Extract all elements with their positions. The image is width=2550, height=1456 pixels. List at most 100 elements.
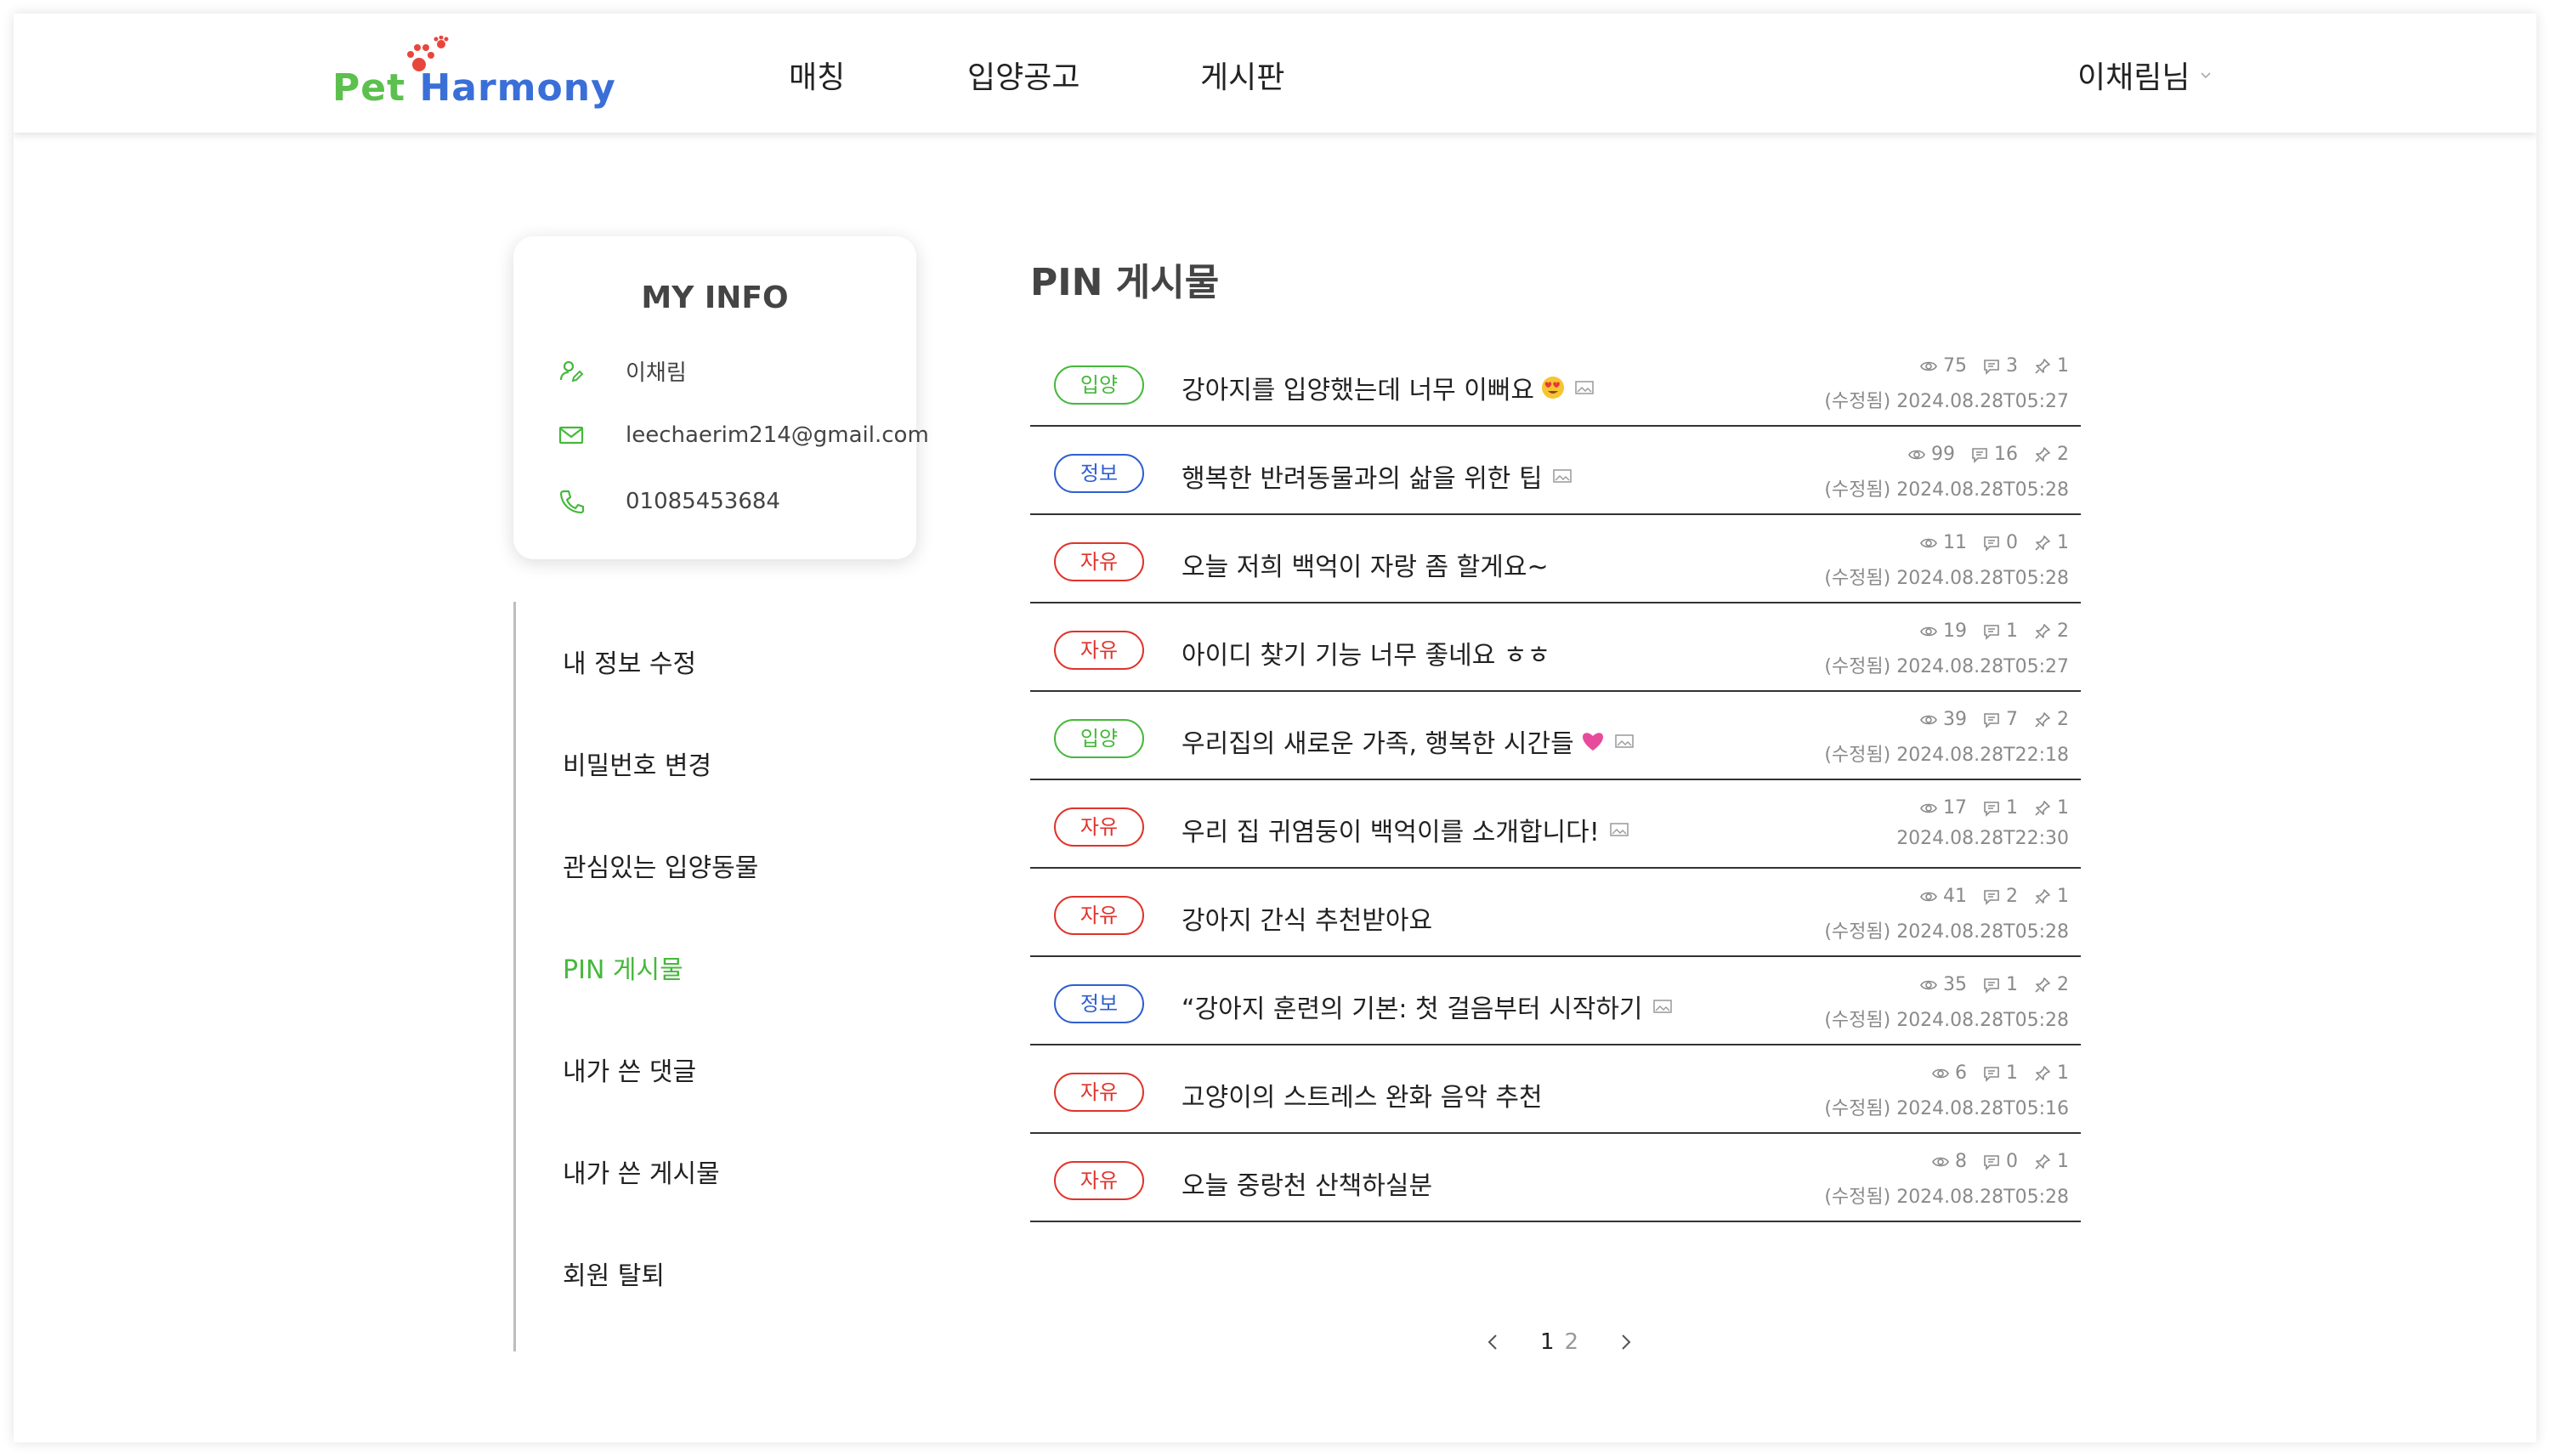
post-row[interactable]: 자유 오늘 중랑천 산책하실분 8 0 1 (수정됨) 2024.08.28T05:28 [1030,1134,2081,1222]
post-date: (수정됨) 2024.08.28T05:28 [1824,921,2069,943]
category-badge: 자유 [1054,807,1144,847]
page-1[interactable]: 1 [1540,1329,1555,1355]
pagination: 1 2 [1481,1329,1638,1355]
post-title-wrap[interactable]: 강아지 간식 추천받아요 [1182,899,1432,937]
post-row[interactable]: 자유 고양이의 스트레스 완화 음악 추천 6 1 1 (수정됨) 2024.08.28T… [1030,1045,2081,1134]
comment-count: 0 [1982,1151,2018,1172]
post-stats: 8 0 1 [1931,1151,2069,1172]
post-title[interactable]: 행복한 반려동물과의 삶을 위한 팁 [1182,457,1543,495]
comment-count: 1 [1982,797,2018,819]
post-title[interactable]: 강아지를 입양했는데 너무 이뻐요 [1182,369,1534,406]
nav-matching[interactable]: 매칭 [789,53,845,97]
view-count-value: 35 [1943,974,1967,995]
eye-icon [1920,538,1937,547]
comment-count: 7 [1982,709,2018,730]
pin-count: 1 [2033,886,2069,907]
post-row[interactable]: 정보 행복한 반려동물과의 삶을 위한 팁 99 16 2 (수정됨) 2024.08.2… [1030,427,2081,515]
pin-count-value: 2 [2057,444,2069,465]
eye-icon [1920,715,1937,724]
user-name: 이채림님 [2077,60,2190,95]
post-title-wrap[interactable]: 행복한 반려동물과의 삶을 위한 팁 [1182,457,1572,495]
page-2[interactable]: 2 [1565,1329,1579,1355]
menu-pin-posts[interactable]: PIN 게시물 [563,949,683,986]
post-title-wrap[interactable]: 오늘 중랑천 산책하실분 [1182,1164,1432,1202]
post-title-wrap[interactable]: 고양이의 스트레스 완화 음악 추천 [1182,1076,1543,1113]
post-title-wrap[interactable]: 우리 집 귀염둥이 백억이를 소개합니다! [1182,811,1629,848]
comment-count-value: 1 [2006,974,2018,995]
pin-count-value: 2 [2057,620,2069,642]
pin-icon [2035,358,2050,374]
menu-edit-info[interactable]: 내 정보 수정 [563,643,696,680]
my-info-title: MY INFO [641,280,789,315]
comment-icon [1984,801,1999,817]
post-title-wrap[interactable]: 오늘 저희 백억이 자랑 좀 할게요~ [1182,546,1549,583]
post-title[interactable]: 오늘 중랑천 산책하실분 [1182,1164,1432,1202]
post-date: (수정됨) 2024.08.28T05:28 [1824,568,2069,589]
comment-count: 1 [1982,620,2018,642]
pin-icon [2035,800,2050,816]
logo-wordmark: Pet Harmony [332,66,616,110]
comment-icon [1984,889,1999,905]
post-title[interactable]: 강아지 간식 추천받아요 [1182,899,1432,937]
post-title[interactable]: 우리집의 새로운 가족, 행복한 시간들 [1182,722,1574,760]
profile-phone: 01085453684 [626,489,780,514]
post-title[interactable]: 고양이의 스트레스 완화 음악 추천 [1182,1076,1543,1113]
comment-count: 2 [1982,886,2018,907]
pin-count-value: 1 [2057,797,2069,819]
pin-count-value: 1 [2057,886,2069,907]
post-date: (수정됨) 2024.08.28T05:28 [1824,1187,2069,1208]
comment-count: 1 [1982,1062,2018,1084]
post-row[interactable]: 정보 “강아지 훈련의 기본: 첫 걸음부터 시작하기 35 1 2 (수정됨) 2024… [1030,957,2081,1045]
view-count-value: 17 [1943,797,1967,819]
post-title[interactable]: 오늘 저희 백억이 자랑 좀 할게요~ [1182,546,1549,583]
pin-icon [2035,711,2050,728]
comment-count: 16 [1970,444,2018,465]
profile-phone-row: 01085453684 [558,488,780,515]
pin-count: 2 [2033,444,2069,465]
post-title-wrap[interactable]: 우리집의 새로운 가족, 행복한 시간들 [1182,722,1634,760]
pin-count: 1 [2033,797,2069,819]
menu-interested-animals[interactable]: 관심있는 입양동물 [563,847,758,884]
pin-icon [2035,623,2050,639]
menu-my-comments[interactable]: 내가 쓴 댓글 [563,1051,696,1088]
post-row[interactable]: 자유 강아지 간식 추천받아요 41 2 1 (수정됨) 2024.08.28T05:28 [1030,869,2081,957]
post-title-wrap[interactable]: 강아지를 입양했는데 너무 이뻐요 [1182,369,1594,406]
post-title[interactable]: “강아지 훈련의 기본: 첫 걸음부터 시작하기 [1182,988,1643,1025]
post-title[interactable]: 아이디 찾기 기능 너무 좋네요 ㅎㅎ [1182,634,1550,671]
menu-withdraw[interactable]: 회원 탈퇴 [563,1255,665,1292]
menu-my-posts[interactable]: 내가 쓴 게시물 [563,1153,720,1190]
view-count-value: 99 [1931,444,1955,465]
comment-count: 3 [1982,355,2018,377]
view-count-value: 11 [1943,532,1967,553]
eye-icon [1920,980,1937,989]
category-badge: 자유 [1054,631,1144,670]
view-count: 11 [1919,532,1967,553]
nav-board[interactable]: 게시판 [1200,53,1284,97]
post-row[interactable]: 입양 강아지를 입양했는데 너무 이뻐요 75 3 1 (수정됨) 2024.08.28T… [1030,338,2081,427]
app-window: Pet Harmony 매칭 입양공고 게시판 이채림님 MY INFO 이채림 [14,14,2536,1442]
post-title-wrap[interactable]: “강아지 훈련의 기본: 첫 걸음부터 시작하기 [1182,988,1672,1025]
post-title[interactable]: 우리 집 귀염둥이 백억이를 소개합니다! [1182,811,1600,848]
eye-icon [1932,1157,1949,1166]
menu-change-password[interactable]: 비밀번호 변경 [563,745,711,782]
post-title-wrap[interactable]: 아이디 찾기 기능 너무 좋네요 ㅎㅎ [1182,634,1550,671]
user-edit-icon [559,360,584,382]
post-stats: 75 3 1 [1919,355,2069,377]
user-menu[interactable]: 이채림님 [2077,53,2213,97]
comment-count-value: 0 [2006,1151,2018,1172]
comment-count: 1 [1982,974,2018,995]
eye-icon [1920,803,1937,813]
image-attached-icon [1652,1000,1672,1013]
comment-icon [1984,1066,1999,1082]
post-row[interactable]: 자유 우리 집 귀염둥이 백억이를 소개합니다! 17 1 1 2024.08.28T22… [1030,780,2081,869]
comment-count-value: 1 [2006,1062,2018,1084]
view-count: 99 [1907,444,1955,465]
post-row[interactable]: 자유 오늘 저희 백억이 자랑 좀 할게요~ 11 0 1 (수정됨) 2024.08.2… [1030,515,2081,603]
post-row[interactable]: 자유 아이디 찾기 기능 너무 좋네요 ㅎㅎ 19 1 2 (수정됨) 2024.08.2… [1030,603,2081,692]
chevron-right-icon[interactable] [1612,1329,1638,1355]
nav-adoption-notice[interactable]: 입양공고 [967,53,1080,97]
view-count-value: 39 [1943,709,1967,730]
post-row[interactable]: 입양 우리집의 새로운 가족, 행복한 시간들 39 7 2 (수정됨) 2024.08.… [1030,692,2081,780]
chevron-left-icon[interactable] [1481,1329,1506,1355]
pet-harmony-logo[interactable]: Pet Harmony [332,36,615,117]
